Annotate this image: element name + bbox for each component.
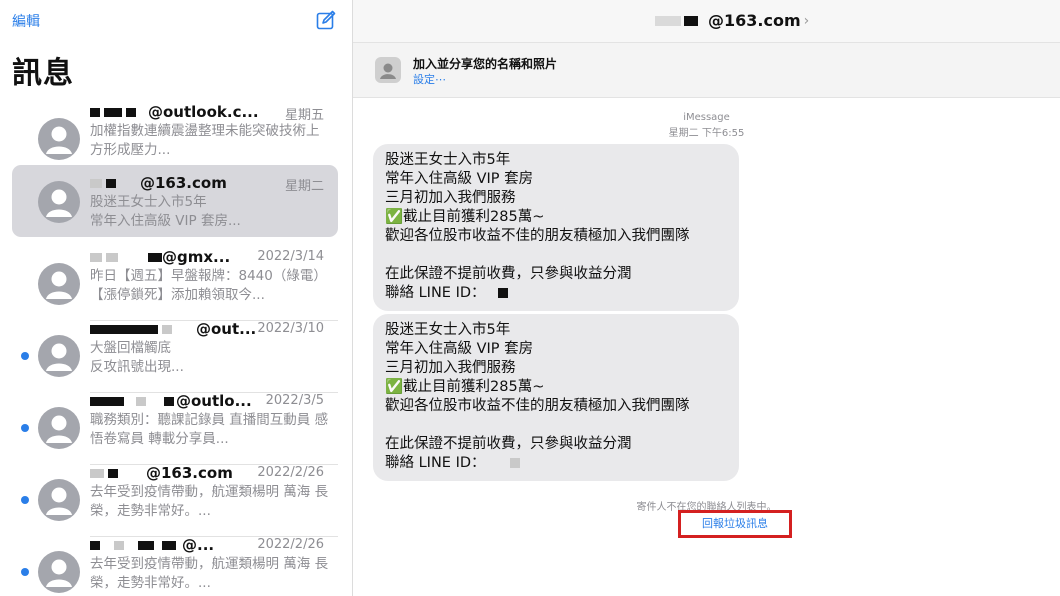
conversation-preview: 加權指數連續震盪整理未能突破技術上方形成壓力... bbox=[90, 123, 320, 158]
edit-button[interactable]: 編輯 bbox=[12, 11, 40, 31]
message-line: 歡迎各位股市收益不佳的朋友積極加入我們團隊 bbox=[385, 228, 690, 244]
message-line: 股迷王女士入市5年 bbox=[385, 152, 511, 168]
line-id-label: 聯絡 LINE ID： bbox=[385, 455, 486, 471]
conversation-item-selected[interactable]: @163.com 星期二 股迷王女士入市5年 常年入住高級 VIP 套房... bbox=[12, 165, 338, 237]
conversation-sender: @163.com bbox=[90, 173, 284, 193]
conversation-preview: 昨日【週五】早盤報牌：8440（綠電）【漲停鎖死】添加賴領取今... bbox=[90, 268, 327, 303]
banner-title: 加入並分享您的名稱和照片 bbox=[413, 57, 558, 71]
avatar bbox=[38, 335, 80, 377]
conversation-item[interactable]: @gmx... 2022/3/14 昨日【週五】早盤報牌：8440（綠電）【漲停… bbox=[12, 247, 338, 321]
message-line: 聯絡 LINE ID： bbox=[385, 284, 727, 303]
compose-icon[interactable] bbox=[316, 10, 336, 30]
message-line: 股迷王女士入市5年 bbox=[385, 322, 511, 338]
contact-address: @163.com bbox=[708, 11, 801, 30]
conversation-preview: 去年受到疫情帶動，航運類楊明 萬海 長榮，走勢非常好。... bbox=[90, 484, 329, 519]
message-line: 聯絡 LINE ID： bbox=[385, 454, 727, 473]
conversation-preview: 去年受到疫情帶動，航運類楊明 萬海 長榮，走勢非常好。... bbox=[90, 556, 329, 591]
unread-dot bbox=[21, 352, 29, 360]
conversation-item[interactable]: @out... 2022/3/10 大盤回檔觸底 反攻訊號出現... bbox=[12, 319, 338, 393]
message-line: 常年入住高級 VIP 套房 bbox=[385, 171, 534, 187]
avatar bbox=[38, 479, 80, 521]
conversation-preview: 股迷王女士入市5年 常年入住高級 VIP 套房... bbox=[90, 194, 241, 229]
conversation-pane: @163.com › 加入並分享您的名稱和照片 設定⋯ iMessage 星期二 … bbox=[353, 0, 1060, 596]
share-name-banner[interactable]: 加入並分享您的名稱和照片 設定⋯ bbox=[353, 43, 1060, 98]
conversation-date: 2022/3/5 bbox=[265, 393, 324, 408]
banner-settings-link[interactable]: 設定⋯ bbox=[413, 71, 446, 87]
conversation-sender: @... bbox=[90, 535, 284, 555]
redaction-block bbox=[509, 458, 520, 468]
avatar bbox=[38, 263, 80, 305]
report-junk-button[interactable]: 回報垃圾訊息 bbox=[678, 510, 792, 538]
message-line: 常年入住高級 VIP 套房 bbox=[385, 341, 534, 357]
avatar bbox=[38, 118, 80, 160]
contact-card-icon bbox=[375, 57, 401, 83]
conversation-preview: 職務類別：聽課記錄員 直播間互動員 感悟卷寫員 轉載分享員... bbox=[90, 412, 329, 447]
conversation-date: 2022/2/26 bbox=[257, 537, 324, 552]
conversation-item[interactable]: @... 2022/2/26 去年受到疫情帶動，航運類楊明 萬海 長榮，走勢非常… bbox=[12, 535, 338, 596]
message-line: 三月初加入我們服務 bbox=[385, 360, 516, 376]
conversation-item[interactable]: @outlook.c... 星期五 加權指數連續震盪整理未能突破技術上方形成壓力… bbox=[12, 102, 338, 176]
message-line: ✅截止目前獲利285萬~ bbox=[385, 379, 545, 395]
conversation-sender: @out... bbox=[90, 319, 284, 339]
contact-address-button[interactable]: @163.com › bbox=[655, 11, 809, 30]
message-line: 歡迎各位股市收益不佳的朋友積極加入我們團隊 bbox=[385, 398, 690, 414]
conversation-sidebar: 編輯 訊息 @outlook.c... 星期五 加權指數連續震盪整理未能突破技術… bbox=[0, 0, 353, 596]
conversation-sender: @outlook.c... bbox=[90, 102, 284, 122]
conversation-item[interactable]: @outlo... 2022/3/5 職務類別：聽課記錄員 直播間互動員 感悟卷… bbox=[12, 391, 338, 465]
unread-dot bbox=[21, 424, 29, 432]
avatar bbox=[38, 181, 80, 223]
conversation-sender: @gmx... bbox=[90, 247, 284, 267]
message-line: 在此保證不提前收費，只參與收益分潤 bbox=[385, 266, 632, 282]
line-id-label: 聯絡 LINE ID： bbox=[385, 285, 486, 301]
message-line: 在此保證不提前收費，只參與收益分潤 bbox=[385, 436, 632, 452]
conversation-date: 2022/3/10 bbox=[257, 321, 324, 336]
chevron-right-icon: › bbox=[803, 12, 810, 29]
message-bubble[interactable]: 股迷王女士入市5年 常年入住高級 VIP 套房 三月初加入我們服務 ✅截止目前獲… bbox=[373, 144, 739, 311]
avatar bbox=[38, 551, 80, 593]
redaction-block bbox=[497, 288, 508, 298]
conversation-sender: @outlo... bbox=[90, 391, 284, 411]
conversation-date: 2022/3/14 bbox=[257, 249, 324, 264]
conversation-date: 星期五 bbox=[284, 108, 324, 123]
conversation-preview: 大盤回檔觸底 反攻訊號出現... bbox=[90, 340, 184, 375]
conversation-header: @163.com › bbox=[353, 0, 1060, 43]
message-line: ✅截止目前獲利285萬~ bbox=[385, 209, 545, 225]
unread-dot bbox=[21, 496, 29, 504]
conversation-date: 星期二 bbox=[284, 179, 324, 194]
conversation-item[interactable]: @163.com 2022/2/26 去年受到疫情帶動，航運類楊明 萬海 長榮，… bbox=[12, 463, 338, 537]
unread-dot bbox=[21, 568, 29, 576]
message-bubble[interactable]: 股迷王女士入市5年 常年入住高級 VIP 套房 三月初加入我們服務 ✅截止目前獲… bbox=[373, 314, 739, 481]
message-line: 三月初加入我們服務 bbox=[385, 190, 516, 206]
conversation-date: 2022/2/26 bbox=[257, 465, 324, 480]
avatar bbox=[38, 407, 80, 449]
conversation-sender: @163.com bbox=[90, 463, 284, 483]
message-timestamp: 星期二 下午6:55 bbox=[668, 128, 745, 139]
service-label: iMessage bbox=[683, 112, 730, 123]
page-title: 訊息 bbox=[12, 56, 74, 91]
